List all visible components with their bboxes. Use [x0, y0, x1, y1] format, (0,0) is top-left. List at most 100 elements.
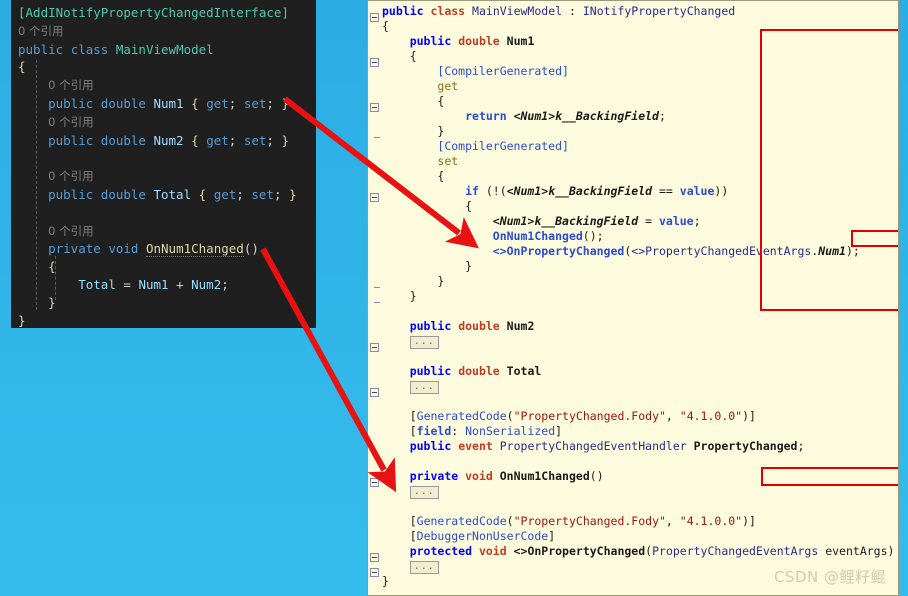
code-token: Num2	[506, 319, 535, 333]
code-line: public double Num2	[382, 319, 894, 334]
code-token: <Num1>k__BackingField	[492, 214, 639, 228]
code-token: }	[409, 289, 417, 303]
code-token: )]	[742, 514, 756, 528]
code-line: public double Total { get; set; }	[18, 186, 296, 204]
code-token: MainViewModel	[115, 41, 214, 57]
code-line: {	[382, 49, 894, 64]
code-line: }	[18, 294, 297, 312]
code-token: {	[437, 94, 445, 108]
code-token: set	[437, 154, 459, 168]
code-line: protected void <>OnPropertyChanged(Prope…	[382, 544, 895, 559]
collapse-toggle-icon[interactable]	[370, 568, 379, 577]
code-token: {	[437, 169, 445, 183]
collapse-toggle-icon[interactable]	[370, 13, 379, 22]
collapse-end-marker-icon	[374, 137, 380, 138]
source-code-editor-dark[interactable]: [AddINotifyPropertyChangedInterface] 0 个引…	[11, 0, 316, 328]
code-token: OnNum1Changed	[145, 241, 244, 258]
code-token: OnNum1Changed	[499, 469, 590, 483]
code-line: [field: NonSerialized]	[382, 424, 894, 439]
code-token: ]	[555, 424, 563, 438]
collapse-toggle-icon[interactable]	[370, 58, 379, 67]
code-token: ;	[228, 95, 244, 111]
code-line: public double Total	[382, 364, 894, 379]
code-token: GeneratedCode	[416, 514, 507, 528]
code-line: 0 个引用	[18, 22, 297, 41]
code-token: }	[18, 312, 26, 328]
code-line: return <Num1>k__BackingField;	[382, 109, 894, 124]
code-token: "PropertyChanged.Fody"	[513, 409, 666, 423]
code-token: "4.1.0.0"	[679, 409, 743, 423]
code-line: {	[382, 94, 894, 109]
code-token: set	[243, 95, 267, 111]
collapse-toggle-icon[interactable]	[370, 343, 379, 352]
code-line: ...	[382, 379, 894, 394]
code-line: public double Num1 { get; set; }	[18, 95, 297, 113]
code-token: )]	[742, 409, 756, 423]
decompiled-code-viewer-light[interactable]: public class MainViewModel : INotifyProp…	[367, 0, 899, 596]
code-token: get	[437, 79, 459, 93]
collapse-toggle-icon[interactable]	[370, 553, 379, 562]
code-token: void	[465, 469, 493, 483]
code-line: [GeneratedCode("PropertyChanged.Fody", "…	[382, 514, 894, 529]
code-line: }	[382, 124, 894, 139]
code-token: }	[437, 124, 445, 138]
code-token: private	[48, 241, 101, 257]
code-line: [CompilerGenerated]	[382, 139, 894, 154]
code-token: <Num1>k__BackingField	[506, 184, 653, 198]
code-token: ();	[582, 229, 604, 243]
screenshot-root: [AddINotifyPropertyChangedInterface] 0 个引…	[0, 0, 908, 596]
code-token: double	[458, 34, 500, 48]
code-token: );	[845, 244, 860, 258]
code-token: GeneratedCode	[416, 409, 507, 423]
code-token: 0 个引用	[48, 114, 94, 129]
code-line: {	[18, 258, 297, 276]
code-token: }	[281, 132, 289, 148]
code-line: 0 个引用	[18, 222, 297, 241]
collapse-toggle-icon[interactable]	[370, 478, 379, 487]
collapse-toggle-icon[interactable]	[370, 193, 379, 202]
code-token: ;	[236, 186, 252, 202]
collapse-end-marker-icon	[374, 287, 380, 288]
code-token: {	[191, 132, 199, 148]
code-token: INotifyPropertyChanged	[582, 4, 736, 18]
code-token: Total	[153, 186, 192, 202]
code-token: <>OnPropertyChanged	[492, 244, 625, 258]
code-token: value	[658, 214, 694, 228]
code-token: [	[409, 514, 417, 528]
code-token: OnNum1Changed	[492, 229, 583, 243]
code-line: OnNum1Changed();	[382, 229, 894, 244]
code-token: (!(	[478, 184, 507, 198]
code-token: {	[465, 199, 473, 213]
code-token: {	[409, 49, 417, 63]
collapse-toggle-icon[interactable]	[370, 388, 379, 397]
code-line: Total = Num1 + Num2;	[18, 276, 297, 294]
code-line: <>OnPropertyChanged(<>PropertyChangedEve…	[382, 244, 894, 259]
code-token: <>PropertyChangedEventArgs	[631, 244, 812, 258]
code-token: private	[409, 469, 459, 483]
code-line: [AddINotifyPropertyChangedInterface]	[18, 4, 297, 22]
code-token: Num2	[191, 276, 222, 292]
code-token: }	[48, 294, 56, 310]
code-line: private void OnNum1Changed()	[18, 240, 297, 258]
code-token: [AddINotifyPropertyChangedInterface]	[18, 5, 289, 20]
code-line: set	[382, 154, 894, 169]
code-token: {	[191, 95, 199, 111]
code-token: ;	[797, 439, 805, 453]
code-token: =	[638, 214, 659, 228]
code-line: public double Num2 { get; set; }	[18, 132, 297, 150]
collapse-toggle-icon[interactable]	[370, 103, 379, 112]
code-line: }	[382, 259, 894, 274]
code-token: ...	[409, 381, 439, 394]
code-token: {	[48, 259, 56, 275]
code-token: get	[206, 95, 229, 111]
code-token: public	[48, 95, 94, 111]
